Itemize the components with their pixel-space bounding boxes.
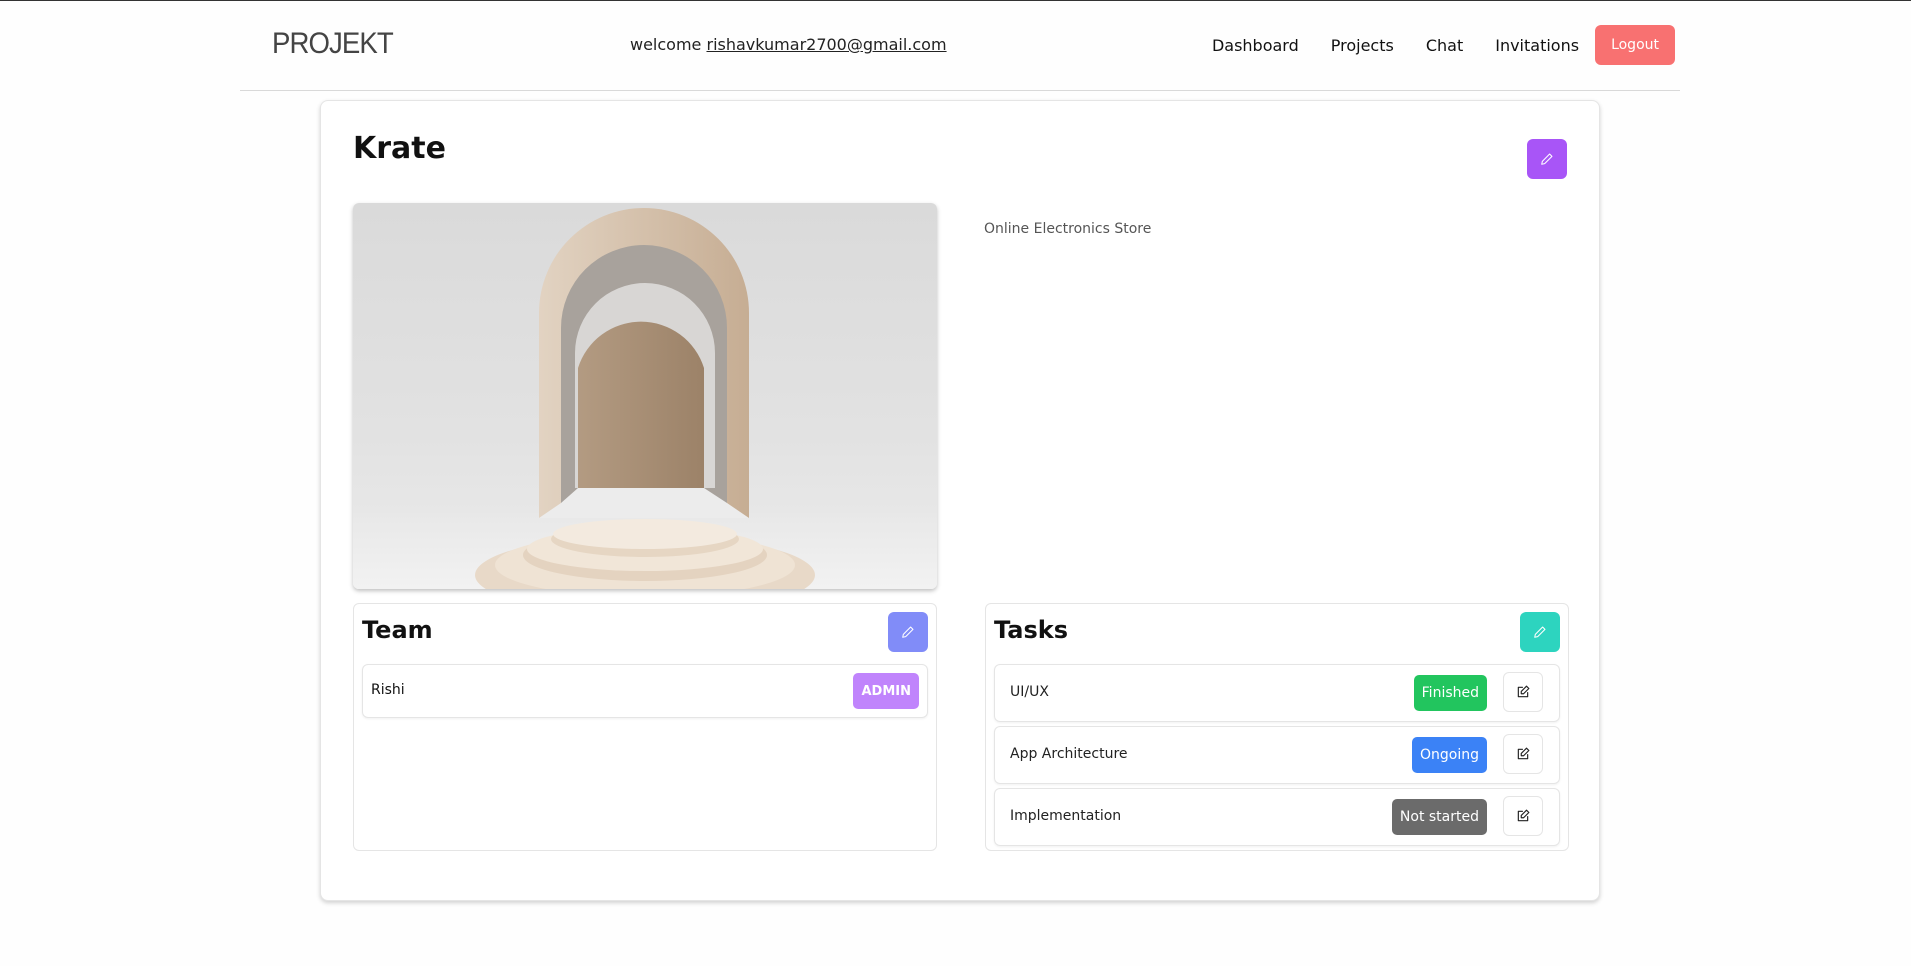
team-title: Team [362, 616, 433, 644]
team-member-row: Rishi ADMIN [362, 664, 928, 718]
edit-project-button[interactable] [1527, 139, 1567, 179]
welcome-prefix: welcome [630, 35, 702, 54]
nav-projects[interactable]: Projects [1331, 36, 1394, 55]
nav-links: Dashboard Projects Chat Invitations Logo… [1180, 25, 1675, 65]
edit-tasks-button[interactable] [1520, 612, 1560, 652]
project-image [353, 203, 937, 589]
task-row: UI/UX Finished [994, 664, 1560, 722]
nav-invitations[interactable]: Invitations [1495, 36, 1579, 55]
team-panel: Team Rishi ADMIN [353, 603, 937, 851]
task-status-badge: Ongoing [1412, 737, 1487, 773]
member-name: Rishi [371, 682, 405, 698]
role-badge: ADMIN [853, 673, 919, 709]
logout-button[interactable]: Logout [1595, 25, 1675, 65]
edit-task-button[interactable] [1503, 672, 1543, 712]
pencil-icon [1534, 626, 1546, 638]
brand-logo[interactable]: PROJEKT [272, 27, 394, 61]
pencil-icon [1541, 153, 1553, 165]
project-card: Krate Online Electronics Store Team Rish… [320, 100, 1600, 901]
task-name: Implementation [1010, 808, 1122, 824]
task-status-badge: Not started [1391, 799, 1487, 835]
task-name: UI/UX [1010, 684, 1049, 700]
task-row: App Architecture Ongoing [994, 726, 1560, 784]
edit-team-button[interactable] [888, 612, 928, 652]
nav-dashboard[interactable]: Dashboard [1212, 36, 1299, 55]
nav-chat[interactable]: Chat [1426, 36, 1463, 55]
project-title: Krate [353, 131, 446, 166]
task-row: Implementation Not started [994, 788, 1560, 846]
edit-task-button[interactable] [1503, 734, 1543, 774]
edit-square-icon [1517, 809, 1530, 822]
edit-square-icon [1517, 685, 1530, 698]
project-description: Online Electronics Store [984, 221, 1152, 237]
welcome-message: welcome rishavkumar2700@gmail.com [630, 35, 947, 54]
edit-task-button[interactable] [1503, 796, 1543, 836]
tasks-title: Tasks [994, 616, 1069, 644]
navbar: PROJEKT welcome rishavkumar2700@gmail.co… [240, 1, 1680, 91]
user-email-link[interactable]: rishavkumar2700@gmail.com [706, 35, 946, 54]
pencil-icon [902, 626, 914, 638]
edit-square-icon [1517, 747, 1530, 760]
arch-podium-illustration [353, 208, 937, 589]
task-name: App Architecture [1010, 746, 1128, 762]
task-status-badge: Finished [1413, 675, 1487, 711]
tasks-panel: Tasks UI/UX Finished App Architecture On… [985, 603, 1569, 851]
